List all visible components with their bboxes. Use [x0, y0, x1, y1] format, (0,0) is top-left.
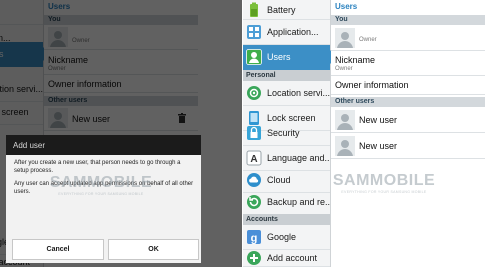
settings-item-battery[interactable]: Battery [243, 0, 330, 20]
ok-button[interactable]: OK [108, 239, 199, 260]
settings-item-location[interactable]: Location servi... [243, 81, 330, 106]
other-users-header: Other users [331, 97, 485, 107]
battery-icon [250, 2, 258, 17]
owner-row[interactable]: Owner [331, 25, 485, 51]
new-user-row-2[interactable]: New user [331, 133, 485, 159]
cloud-icon [247, 173, 261, 187]
settings-item-application-manager[interactable]: Application... [243, 20, 330, 45]
accounts-header: Accounts [243, 214, 330, 225]
you-header: You [331, 15, 485, 25]
settings-item-users[interactable]: Users [243, 45, 337, 70]
settings-item-security[interactable]: Security [243, 121, 330, 146]
add-account-icon [247, 250, 261, 265]
settings-item-google[interactable]: g Google [243, 225, 330, 250]
security-lock-icon [247, 126, 261, 140]
settings-item-add-account[interactable]: Add account [243, 249, 330, 267]
add-user-dialog: Add user After you create a new user, th… [6, 135, 201, 263]
settings-item-backup[interactable]: Backup and re... [243, 190, 330, 215]
backup-icon [247, 195, 261, 209]
watermark-right: SAMMOBILE EVERYTHING FOR YOUR SAMSUNG MO… [332, 172, 436, 194]
nickname-row[interactable]: Nickname Owner [331, 51, 485, 76]
users-content: Users You Owner Nickname Owner Owner inf… [331, 0, 485, 267]
application-manager-icon [247, 25, 261, 39]
dialog-title: Add user [6, 135, 201, 155]
cancel-button[interactable]: Cancel [12, 239, 104, 260]
new-user-avatar-icon [335, 136, 355, 156]
personal-header: Personal [243, 70, 330, 81]
users-icon [246, 49, 262, 65]
google-icon: g [247, 230, 261, 245]
right-screen: Battery Application... Users Personal Lo… [243, 0, 485, 267]
svg-text:g: g [251, 233, 258, 245]
settings-list: Battery Application... Users Personal Lo… [243, 0, 337, 267]
watermark-left: SAMMOBILE EVERYTHING FOR YOUR SAMSUNG MO… [49, 174, 153, 196]
location-icon [247, 86, 261, 100]
left-screen: Battery Application... Users Location se… [0, 0, 243, 267]
owner-avatar-icon [335, 28, 355, 48]
owner-information-row[interactable]: Owner information [331, 76, 485, 95]
page-title: Users [335, 2, 358, 11]
language-icon: A [246, 150, 262, 166]
new-user-row-1[interactable]: New user [331, 107, 485, 133]
svg-text:A: A [250, 154, 257, 165]
dialog-body-text-1: After you create a new user, that person… [14, 160, 181, 174]
new-user-avatar-icon [335, 110, 355, 130]
